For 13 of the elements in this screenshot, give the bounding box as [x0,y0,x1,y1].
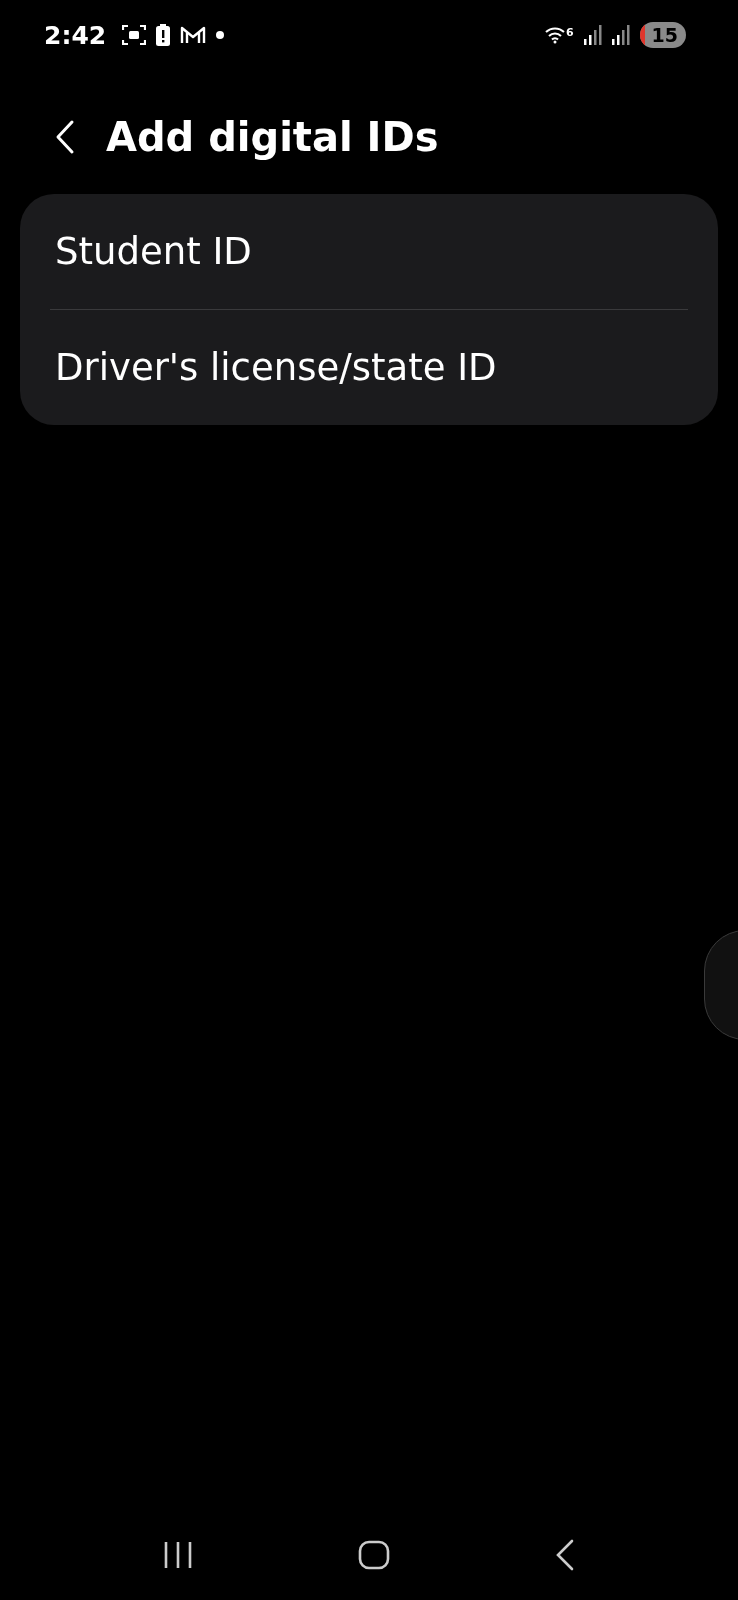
notification-dot-icon [216,31,225,39]
page-title: Add digital IDs [106,114,439,160]
list-item[interactable]: Driver's license/state ID [50,309,688,425]
signal-icon [611,25,630,45]
list-item[interactable]: Student ID [50,194,688,309]
signal-icon [583,25,602,45]
wifi-generation-label: 6 [565,26,574,39]
mail-icon [180,25,207,45]
wifi-icon [544,26,565,44]
screenshot-icon [122,24,147,46]
battery-alert-icon [156,24,171,46]
battery-level: 15 [639,22,686,48]
status-time: 2:42 [44,20,107,50]
